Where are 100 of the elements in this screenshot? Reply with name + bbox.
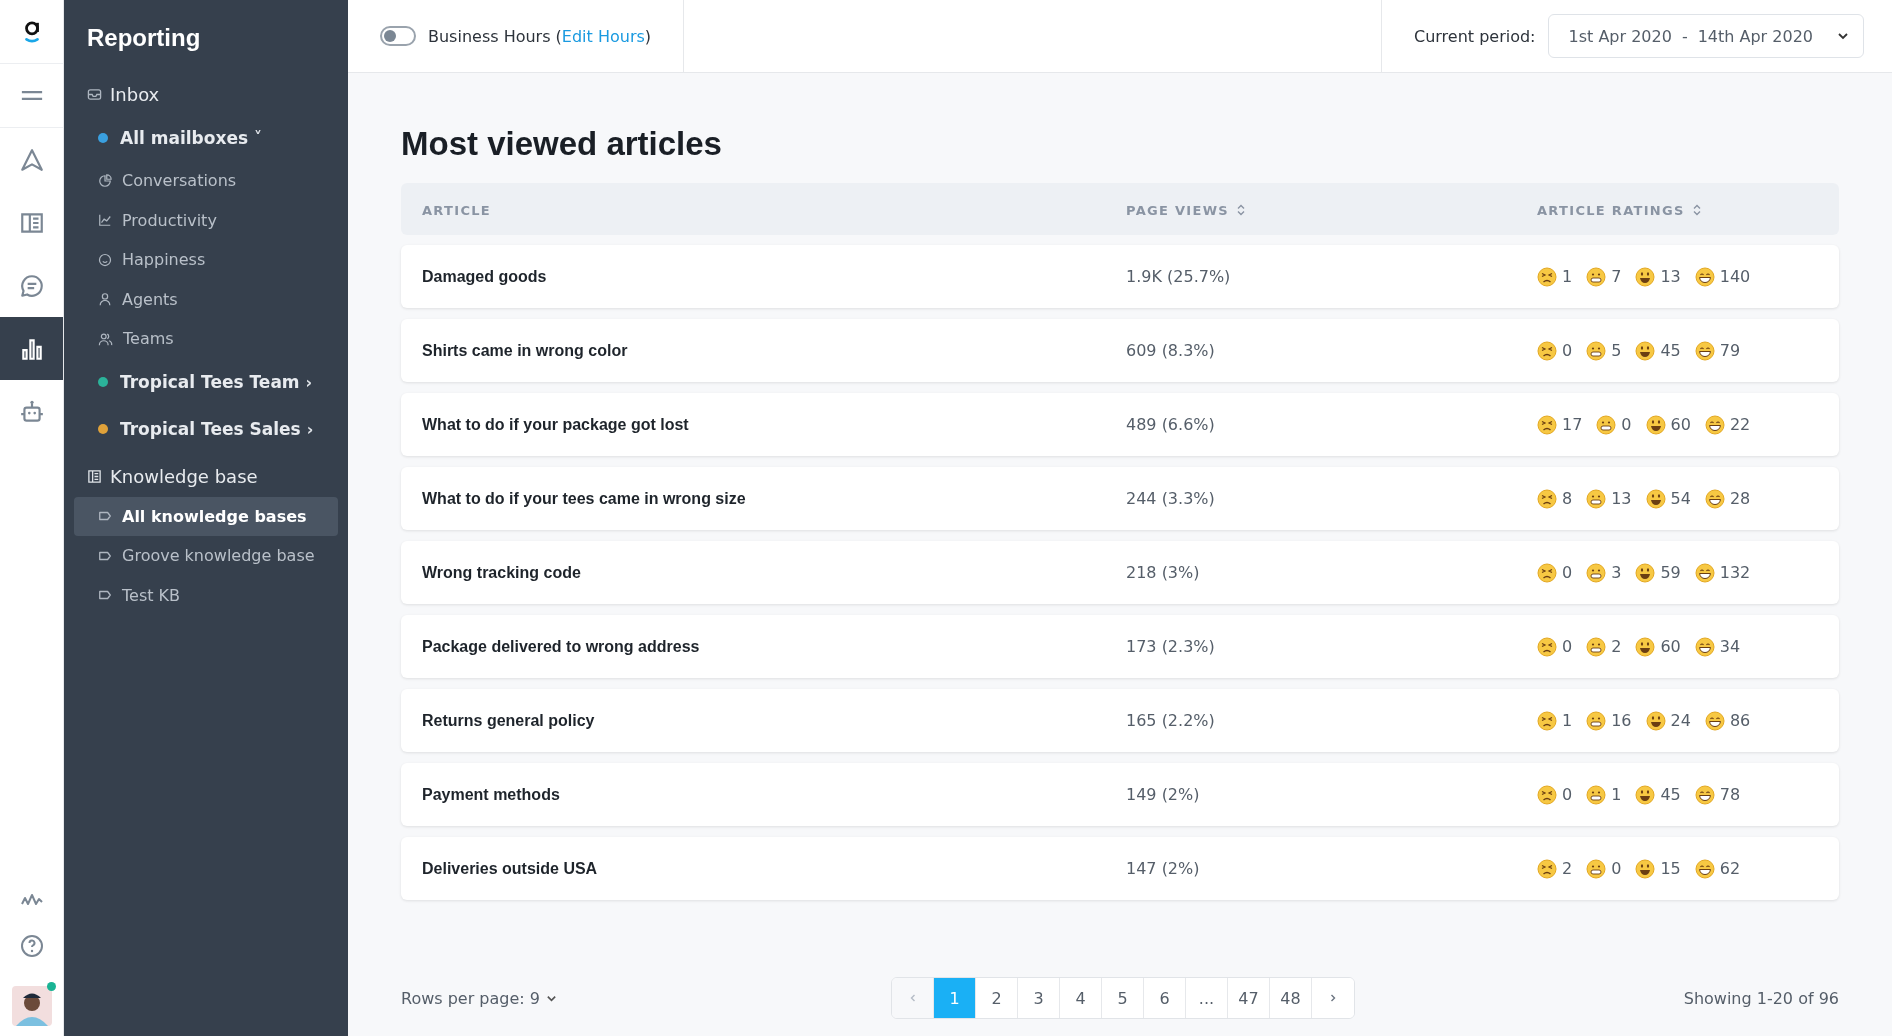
rating-count: 22 <box>1729 415 1751 434</box>
smiling-face-icon <box>1645 414 1666 435</box>
rating-count: 34 <box>1719 637 1741 656</box>
page-title: Most viewed articles <box>401 125 723 163</box>
grimacing-face-icon <box>1586 266 1607 287</box>
sort-icon <box>1236 204 1245 216</box>
rating-count: 45 <box>1660 785 1681 804</box>
rating-count: 5 <box>1611 341 1622 360</box>
chevron-icon: ˅ <box>254 128 263 147</box>
tired-face-icon <box>1537 636 1557 657</box>
grimacing-face-icon <box>1586 488 1607 509</box>
rating-count: 7 <box>1611 267 1622 286</box>
rating-count: 28 <box>1729 489 1751 508</box>
grinning-face-icon <box>1694 636 1715 657</box>
smiling-face-icon <box>1635 340 1656 361</box>
chat-bubble-icon <box>18 272 45 299</box>
article-title: Wrong tracking code <box>422 564 581 581</box>
sidebar-item[interactable]: Test KB <box>74 575 338 615</box>
sidebar-item[interactable]: Productivity <box>74 200 338 240</box>
sidebar-item[interactable]: Happiness <box>74 240 338 280</box>
toggle-switch[interactable] <box>380 26 416 46</box>
avatar[interactable] <box>11 986 52 1026</box>
section-header[interactable]: Inbox <box>74 74 338 114</box>
article-title: Deliveries outside USA <box>422 860 598 877</box>
rating-count: 15 <box>1660 859 1681 878</box>
page-views-cell: 218 (3%) <box>1126 563 1200 582</box>
rating-count: 17 <box>1562 415 1583 434</box>
rating-count: 78 <box>1719 785 1741 804</box>
rating-count: 0 <box>1611 859 1622 878</box>
sidebar-item[interactable]: Tropical Tees Team › <box>74 358 338 406</box>
smiley-icon <box>98 252 112 267</box>
period-label: Current period: <box>1413 26 1536 46</box>
smiling-face-icon <box>1635 858 1656 879</box>
table-row[interactable]: Deliveries outside USA 147 (2%) 2 0 15 62 <box>401 837 1839 900</box>
person-icon <box>98 292 112 307</box>
grinning-face-icon <box>1704 710 1725 731</box>
page-views-cell: 173 (2.3%) <box>1126 637 1215 656</box>
rating-count: 62 <box>1719 859 1741 878</box>
sidebar-item[interactable]: Conversations <box>74 161 338 201</box>
rating-count: 140 <box>1719 267 1751 286</box>
rail-tab[interactable] <box>0 317 63 380</box>
rating-count: 8 <box>1562 489 1573 508</box>
table-row[interactable]: Damaged goods 1.9K (25.7%) 1 7 13 140 <box>401 245 1839 308</box>
rating-count: 60 <box>1670 415 1691 434</box>
rating-count: 0 <box>1562 637 1573 656</box>
rating-count: 0 <box>1562 341 1573 360</box>
rating-count: 86 <box>1729 711 1751 730</box>
smiling-face-icon <box>1645 710 1666 731</box>
grimacing-face-icon <box>1586 784 1607 805</box>
page-views-cell: 147 (2%) <box>1126 859 1200 878</box>
rating-count: 13 <box>1660 267 1681 286</box>
article-title: Payment methods <box>422 786 560 803</box>
rating-count: 0 <box>1621 415 1632 434</box>
chevron-down-icon <box>1837 30 1849 42</box>
tired-face-icon <box>1537 784 1557 805</box>
table-row[interactable]: Wrong tracking code 218 (3%) 0 3 59 132 <box>401 541 1839 604</box>
table-row[interactable]: What to do if your tees came in wrong size 244 (3.3%) 8 13 54 28 <box>401 467 1839 530</box>
table-row[interactable]: Package delivered to wrong address 173 (2.3%) 0 2 60 34 <box>401 615 1839 678</box>
menu-icon <box>20 91 43 100</box>
inbox-icon <box>87 86 102 102</box>
activity-icon[interactable] <box>19 892 44 906</box>
rating-count: 0 <box>1562 785 1573 804</box>
grinning-face-icon <box>1694 858 1715 879</box>
rating-count: 1 <box>1562 267 1573 286</box>
article-title: Damaged goods <box>422 268 547 285</box>
sidebar-item[interactable]: Tropical Tees Sales › <box>74 405 338 453</box>
section-header[interactable]: Knowledge base <box>74 456 338 497</box>
tired-face-icon <box>1537 414 1557 435</box>
grinning-face-icon <box>1694 340 1715 361</box>
sidebar-item[interactable]: Groove knowledge base <box>74 536 338 576</box>
grimacing-face-icon <box>1596 414 1617 435</box>
table-row[interactable]: Returns general policy 165 (2.2%) 1 16 24 86 <box>401 689 1839 752</box>
help-icon[interactable] <box>19 934 44 958</box>
tired-face-icon <box>1537 340 1557 361</box>
grinning-face-icon <box>1704 414 1725 435</box>
sidebar-item[interactable]: All knowledge bases <box>74 496 338 536</box>
sidebar-item[interactable]: Agents <box>74 279 338 319</box>
rating-count: 16 <box>1611 711 1632 730</box>
table-row[interactable]: Shirts came in wrong color 609 (8.3%) 0 5 45 79 <box>401 319 1839 382</box>
rating-count: 1 <box>1611 785 1622 804</box>
period-dropdown[interactable]: 1st Apr 2020 - 14th Apr 2020 <box>1547 14 1864 58</box>
smiling-face-icon <box>1635 562 1656 583</box>
rating-count: 2 <box>1611 637 1622 656</box>
rows-per-page-dropdown[interactable]: Rows per page: 9 <box>401 988 891 1008</box>
table-row[interactable]: Payment methods 149 (2%) 0 1 45 78 <box>401 763 1839 826</box>
rating-count: 2 <box>1562 859 1573 878</box>
smiling-face-icon <box>1635 636 1656 657</box>
pie-chart-icon <box>98 173 112 188</box>
tired-face-icon <box>1537 858 1557 879</box>
sidebar-item[interactable]: Teams <box>74 319 338 359</box>
chevron-icon: › <box>305 372 313 392</box>
table-row[interactable]: What to do if your package got lost 489 (6.6%) 17 0 60 22 <box>401 393 1839 456</box>
rating-count: 132 <box>1719 563 1751 582</box>
sidebar-item[interactable]: All mailboxes ˅ <box>74 114 338 161</box>
chevron-icon: › <box>306 419 314 439</box>
sidebar-title: Reporting <box>87 24 202 52</box>
smiling-face-icon <box>1645 488 1666 509</box>
chevron-right-icon <box>1328 993 1338 1003</box>
tired-face-icon <box>1537 488 1557 509</box>
article-title: Package delivered to wrong address <box>422 638 700 655</box>
